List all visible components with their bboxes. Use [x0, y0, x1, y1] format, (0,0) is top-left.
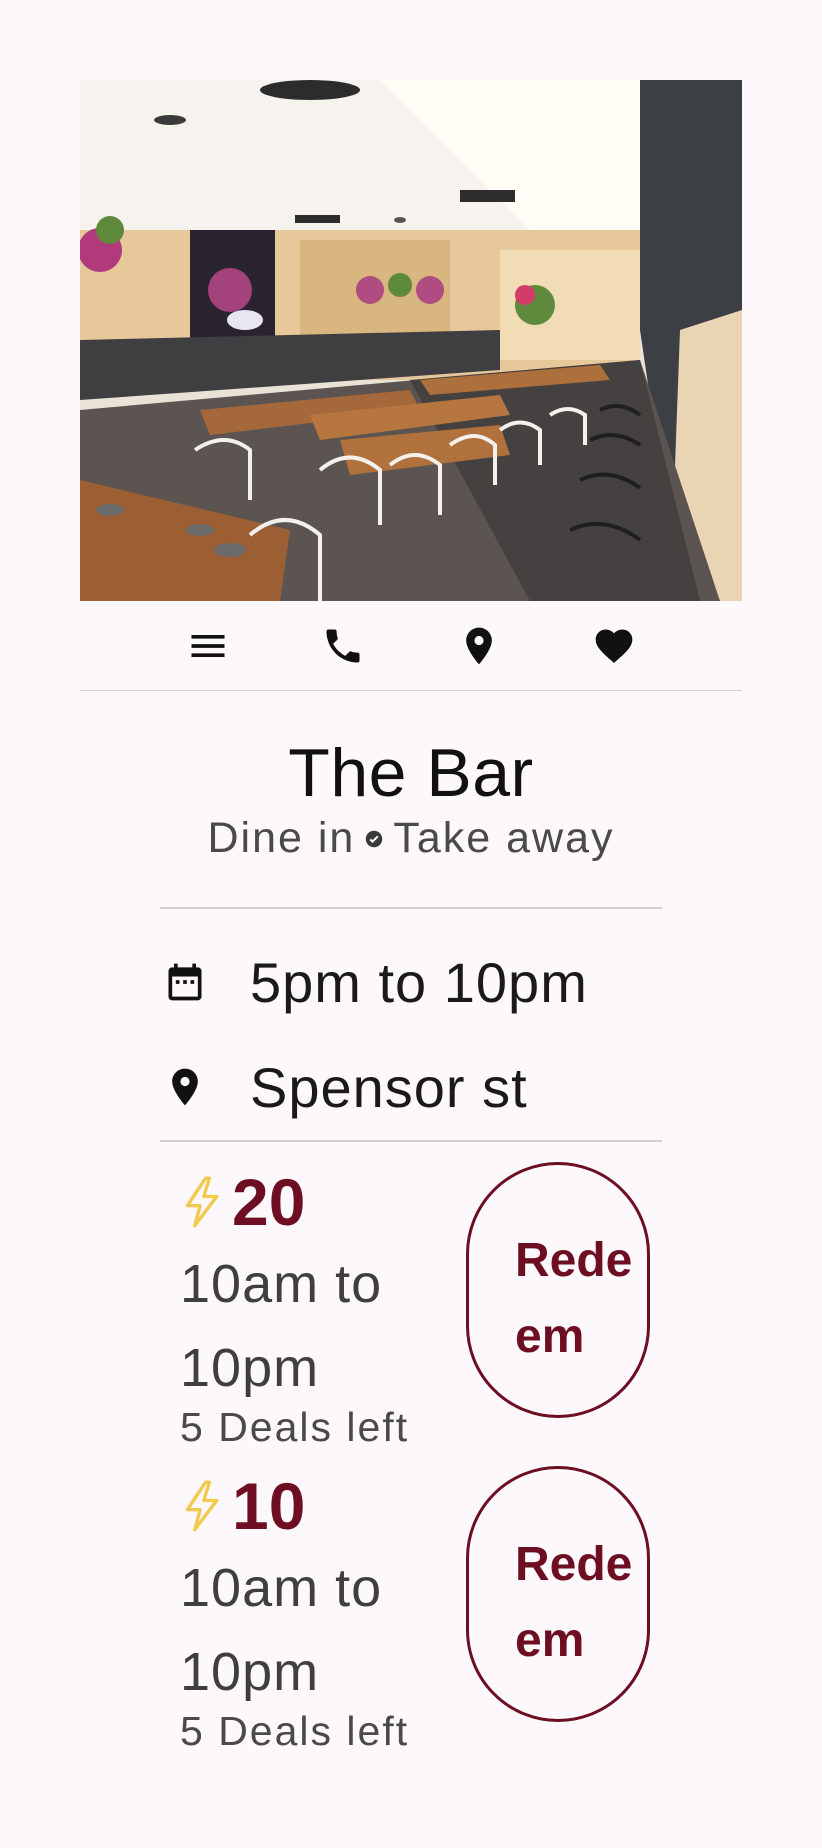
divider [160, 1140, 662, 1142]
menu-icon [191, 634, 225, 657]
address: Spensor st [250, 1055, 528, 1119]
deal-amount: 10 [232, 1469, 306, 1543]
phone-icon [326, 629, 360, 662]
service-take-away: Take away [393, 814, 615, 862]
deal-card: 20 10am to 10pm 5 Deals left Redeem [180, 1162, 650, 1451]
opening-hours: 5pm to 10pm [250, 950, 588, 1014]
redeem-button[interactable]: Redeem [466, 1466, 650, 1722]
lightning-icon [185, 1480, 219, 1532]
location-pin-icon [160, 1062, 210, 1112]
call-button[interactable] [318, 621, 368, 671]
address-row: Spensor st [160, 1052, 662, 1122]
restaurant-photo [80, 80, 742, 601]
divider [160, 907, 662, 909]
lightning-icon [185, 1176, 219, 1228]
location-pin-icon [465, 627, 492, 664]
restaurant-name: The Bar [288, 735, 534, 811]
redeem-button[interactable]: Redeem [466, 1162, 650, 1418]
favorite-button[interactable] [589, 621, 639, 671]
menu-button[interactable] [183, 621, 233, 671]
deal-hours: 10am to 10pm [180, 1254, 383, 1398]
deal-hours: 10am to 10pm [180, 1558, 383, 1702]
deal-amount: 20 [232, 1165, 306, 1239]
calendar-icon [160, 957, 210, 1007]
location-button[interactable] [454, 621, 504, 671]
check-circle-icon [365, 830, 383, 848]
heart-icon [595, 629, 633, 663]
hours-row: 5pm to 10pm [160, 947, 662, 1017]
deal-card: 10 10am to 10pm 5 Deals left Redeem [180, 1466, 650, 1755]
action-bar [80, 601, 742, 691]
service-options: Dine in Take away [0, 814, 822, 863]
service-dine-in: Dine in [207, 814, 356, 862]
